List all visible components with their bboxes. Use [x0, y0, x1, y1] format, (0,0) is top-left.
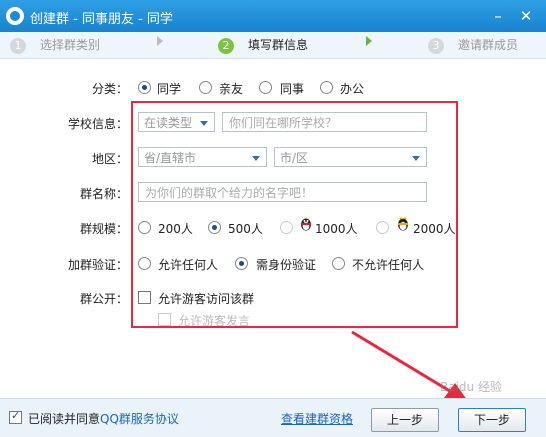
footer: 已阅读并同意 QQ群服务协议 查看建群资格 上一步 下一步	[0, 398, 546, 437]
prev-button[interactable]: 上一步	[371, 408, 439, 432]
annotation-arrow	[351, 330, 470, 404]
service-agreement-link[interactable]: QQ群服务协议	[100, 410, 179, 427]
annotation-arrow-line	[351, 330, 459, 398]
agree-text: 已阅读并同意	[28, 412, 101, 426]
next-button[interactable]: 下一步	[458, 408, 526, 432]
agree-checkbox[interactable]	[9, 409, 22, 424]
view-eligibility-link[interactable]: 查看建群资格	[281, 410, 353, 427]
